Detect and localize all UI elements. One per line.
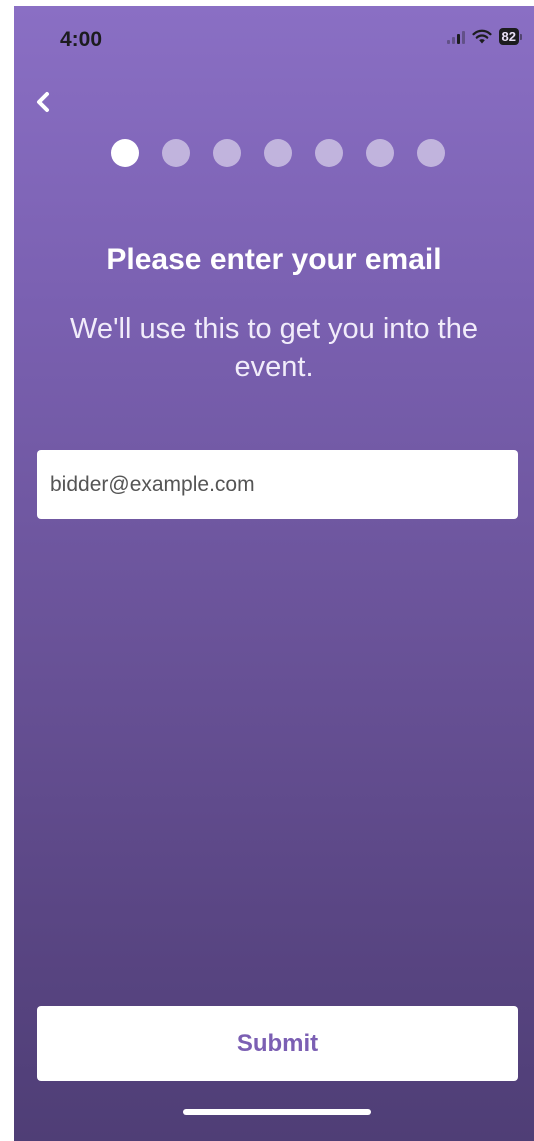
wifi-icon (471, 29, 492, 44)
progress-dot-2 (162, 139, 190, 167)
email-entry-screen: 4:00 82 Please enter your email We'll us… (14, 6, 534, 1141)
progress-dot-7 (417, 139, 445, 167)
battery-icon: 82 (498, 28, 522, 45)
submit-button[interactable]: Submit (37, 1006, 518, 1081)
progress-dot-3 (213, 139, 241, 167)
page-subtitle: We'll use this to get you into the event… (69, 313, 478, 383)
progress-dot-6 (366, 139, 394, 167)
step-progress-dots (111, 139, 445, 167)
progress-dot-1 (111, 139, 139, 167)
chevron-left-icon[interactable] (32, 86, 64, 120)
home-indicator[interactable] (183, 1109, 371, 1115)
status-bar: 4:00 82 (14, 6, 534, 64)
progress-dot-4 (264, 139, 292, 167)
status-icons: 82 (446, 28, 522, 45)
signal-icon (446, 30, 465, 44)
email-field[interactable] (37, 450, 518, 519)
page-title: Please enter your email (106, 243, 442, 276)
progress-dot-5 (315, 139, 343, 167)
battery-level: 82 (498, 28, 519, 45)
status-time: 4:00 (60, 28, 103, 51)
